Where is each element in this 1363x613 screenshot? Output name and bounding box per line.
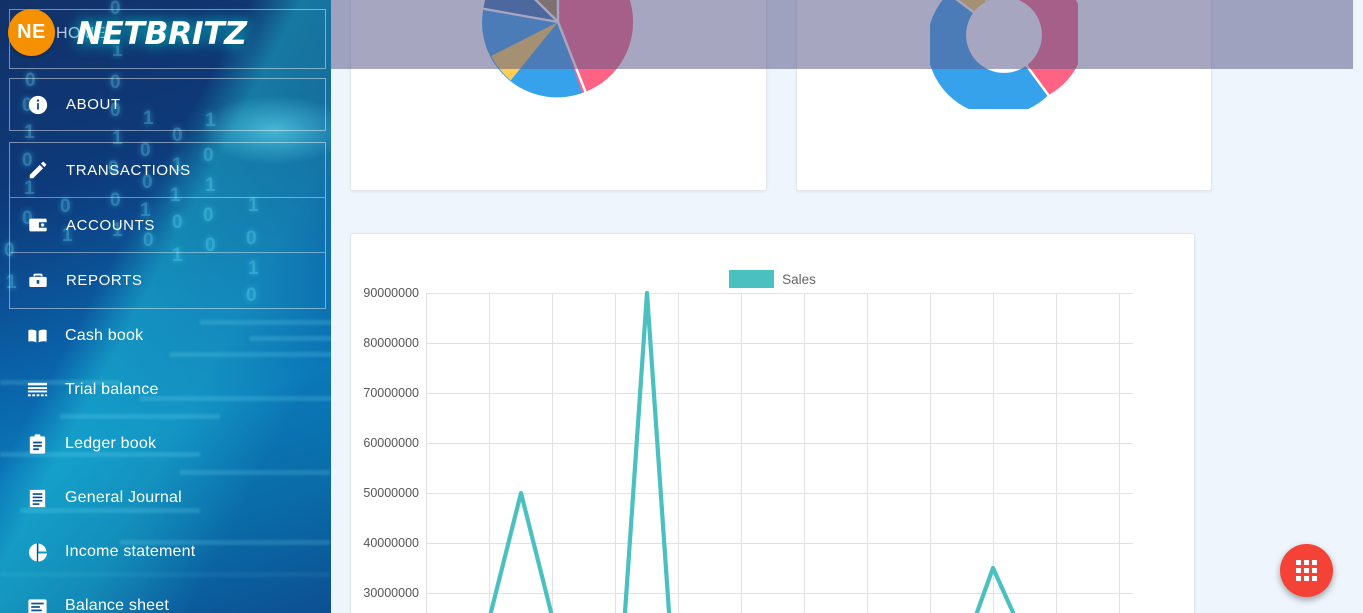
journal-icon <box>9 487 65 510</box>
sidebar-item-balance-sheet[interactable]: Balance sheet <box>9 579 326 613</box>
sales-line-plot[interactable]: 90000000 80000000 70000000 60000000 5000… <box>363 286 1133 613</box>
sales-line-chart-card: Sales 90000000 80000000 70000000 6000000… <box>350 233 1195 613</box>
sales-doughnut-canvas[interactable] <box>809 0 1200 109</box>
sidebar-item-accounts[interactable]: ACCOUNTS <box>10 198 325 253</box>
sidebar-item-transactions[interactable]: TRANSACTIONS <box>10 143 325 198</box>
sales-line-series <box>488 290 1016 613</box>
y-tick-label: 90000000 <box>363 286 419 300</box>
pencil-icon <box>10 159 66 181</box>
pie-chart-capital <box>482 0 634 98</box>
sidebar-item-general-journal[interactable]: General Journal <box>9 471 326 525</box>
list-lines-icon <box>9 379 65 402</box>
apps-fab-button[interactable] <box>1280 544 1333 597</box>
sales-line-legend: Sales <box>351 270 1194 288</box>
sidebar-header: HOME NE NETBRITZ <box>0 0 331 69</box>
sidebar-primary-group: TRANSACTIONS ACCOUNTS REPORTS <box>9 142 326 309</box>
y-tick-label: 50000000 <box>363 486 419 500</box>
sidebar-item-transactions-label: TRANSACTIONS <box>66 161 191 179</box>
main-content: Capital Cash Bank <box>331 0 1363 613</box>
sidebar-reports-list: Cash book Trial balance Ledger book Gene… <box>9 309 326 613</box>
sidebar-item-reports-label: REPORTS <box>66 272 143 289</box>
sales-purchase-stock-card: Sales Purchase Available stock value <box>795 0 1212 191</box>
sidebar: 0 1 0 0 1 0 0 1 0 0 1 0 1 0 1 0 0 1 0 0 … <box>0 0 331 613</box>
sidebar-item-ledger-book-label: Ledger book <box>65 435 157 452</box>
sidebar-item-accounts-label: ACCOUNTS <box>66 216 155 234</box>
legend-label-sales-line: Sales <box>782 271 816 287</box>
sidebar-item-about-label: ABOUT <box>66 96 121 113</box>
y-tick-label: 30000000 <box>363 586 419 600</box>
sidebar-item-cash-book[interactable]: Cash book <box>9 309 326 363</box>
apps-grid-icon <box>1296 560 1317 581</box>
brand-title: NETBRITZ <box>76 16 247 52</box>
sidebar-item-trial-balance-label: Trial balance <box>65 381 159 398</box>
clipboard-icon <box>9 433 65 456</box>
window-list-icon <box>9 595 65 613</box>
sidebar-item-income-statement[interactable]: Income statement <box>9 525 326 579</box>
doughnut-chart-sales <box>929 0 1078 109</box>
sidebar-item-ledger-book[interactable]: Ledger book <box>9 417 326 471</box>
y-tick-label: 40000000 <box>363 536 419 550</box>
sidebar-item-balance-sheet-label: Balance sheet <box>65 597 170 613</box>
y-tick-label: 80000000 <box>363 336 419 350</box>
sidebar-item-income-statement-label: Income statement <box>65 543 196 560</box>
logo-initials: NE <box>17 21 46 43</box>
y-tick-label: 60000000 <box>363 436 419 450</box>
sidebar-item-general-journal-label: General Journal <box>65 489 182 506</box>
sidebar-item-trial-balance[interactable]: Trial balance <box>9 363 326 417</box>
legend-swatch-sales-line <box>729 270 775 288</box>
pie-cards-row: Capital Cash Bank <box>350 0 1212 191</box>
y-tick-label: 70000000 <box>363 386 419 400</box>
capital-pie-canvas[interactable] <box>363 0 754 102</box>
sidebar-item-cash-book-label: Cash book <box>65 327 144 344</box>
open-book-icon <box>9 325 65 348</box>
sidebar-item-reports[interactable]: REPORTS <box>10 253 325 308</box>
capital-cash-bank-card: Capital Cash Bank <box>350 0 767 191</box>
info-circle-icon <box>10 94 66 116</box>
briefcase-icon <box>10 270 66 292</box>
pie-chart-icon <box>9 541 65 564</box>
sidebar-item-about[interactable]: ABOUT <box>9 78 326 131</box>
wallet-icon <box>10 214 66 236</box>
logo-badge[interactable]: NE <box>8 9 55 56</box>
app-root: Capital Cash Bank <box>0 0 1363 613</box>
